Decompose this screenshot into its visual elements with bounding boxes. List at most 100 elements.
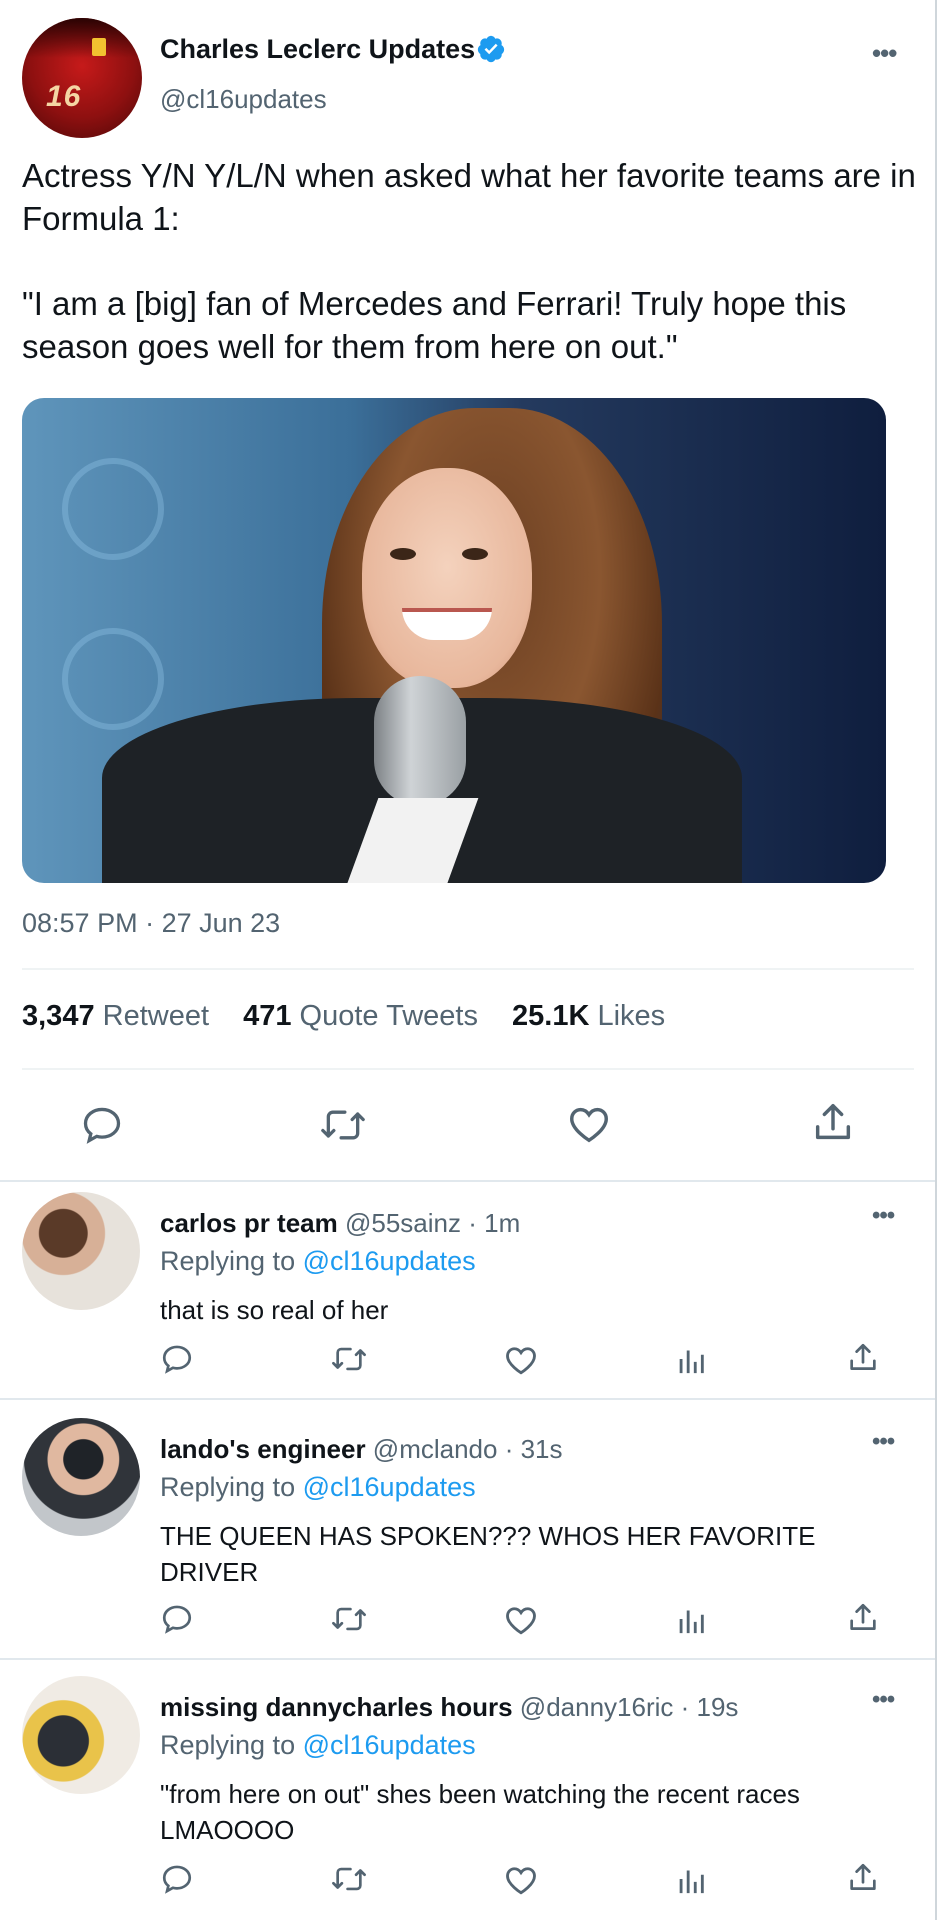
- dot-separator: ·: [461, 1208, 485, 1238]
- tweet-action-bar: [0, 1095, 935, 1155]
- reply-avatar[interactable]: [22, 1192, 140, 1310]
- tweet-media-photo[interactable]: [22, 398, 886, 883]
- reply-button[interactable]: [160, 1602, 194, 1636]
- reply-age: 31s: [520, 1434, 563, 1464]
- dot-separator: ·: [497, 1434, 521, 1464]
- heart-icon: [506, 1867, 536, 1895]
- likes-count: 25.1K: [512, 1000, 590, 1032]
- retweet-button[interactable]: [330, 1342, 368, 1376]
- reply-icon: [162, 1345, 192, 1374]
- tweet-timestamp[interactable]: 08:57 PM · 27 Jun 23: [22, 908, 280, 939]
- replying-to-link[interactable]: @cl16updates: [303, 1730, 476, 1760]
- divider: [22, 1068, 914, 1070]
- replying-to-label: Replying to: [160, 1472, 296, 1502]
- dot-separator: ·: [137, 908, 162, 938]
- photo-subject-face: [362, 468, 532, 688]
- like-button[interactable]: [503, 1602, 539, 1638]
- replying-to-link[interactable]: @cl16updates: [303, 1472, 476, 1502]
- reply-button[interactable]: [80, 1103, 124, 1147]
- author-name[interactable]: Charles Leclerc Updates: [160, 34, 475, 65]
- reply-icon: [162, 1865, 192, 1894]
- heart-icon: [506, 1607, 536, 1635]
- retweet-icon: [321, 1110, 365, 1140]
- reply-avatar[interactable]: [22, 1676, 140, 1794]
- dot-separator: ·: [673, 1692, 697, 1722]
- reply-icon: [162, 1605, 192, 1634]
- avatar-number: 16: [46, 80, 82, 113]
- replying-to: Replying to @cl16updates: [160, 1472, 476, 1503]
- analytics-icon: [679, 1350, 704, 1374]
- reply-tweet[interactable]: carlos pr team @55sainz · 1m ••• Replyin…: [0, 1182, 935, 1398]
- photo-subject-eye: [462, 548, 488, 560]
- reply-author-name[interactable]: lando's engineer: [160, 1434, 366, 1464]
- reply-author-handle[interactable]: @55sainz: [345, 1208, 461, 1238]
- reply-author-handle[interactable]: @mclando: [373, 1434, 498, 1464]
- reply-age: 1m: [484, 1208, 521, 1238]
- replying-to: Replying to @cl16updates: [160, 1730, 476, 1761]
- share-icon: [815, 1104, 851, 1140]
- heart-icon: [570, 1107, 608, 1143]
- tweet-text: Actress Y/N Y/L/N when asked what her fa…: [22, 154, 932, 410]
- more-options-button[interactable]: •••: [872, 1202, 895, 1230]
- reply-author-name[interactable]: missing dannycharles hours: [160, 1692, 513, 1722]
- view-stats-button[interactable]: [676, 1342, 706, 1376]
- quotes-count: 471: [243, 1000, 292, 1032]
- view-stats-button[interactable]: [676, 1602, 706, 1636]
- reply-header: missing dannycharles hours @danny16ric ·…: [160, 1692, 738, 1723]
- background-logo-shape: [62, 458, 164, 560]
- reply-author-name[interactable]: carlos pr team: [160, 1208, 338, 1238]
- reply-avatar[interactable]: [22, 1418, 140, 1536]
- retweet-button[interactable]: [330, 1862, 368, 1896]
- likes-stat[interactable]: 25.1K Likes: [512, 1000, 691, 1032]
- tweet-text-line-1: Actress Y/N Y/L/N when asked what her fa…: [22, 157, 916, 237]
- replying-to-label: Replying to: [160, 1246, 296, 1276]
- heart-icon: [506, 1347, 536, 1375]
- verified-badge-icon: [477, 35, 505, 63]
- avatar-shade: [22, 18, 142, 58]
- more-options-button[interactable]: •••: [872, 1428, 895, 1456]
- reply-button[interactable]: [160, 1342, 194, 1376]
- author-avatar[interactable]: 16: [22, 18, 142, 138]
- reply-header: carlos pr team @55sainz · 1m: [160, 1208, 520, 1239]
- photo-subject-eye: [390, 548, 416, 560]
- divider: [22, 968, 914, 970]
- replying-to: Replying to @cl16updates: [160, 1246, 476, 1277]
- tweet-date: 27 Jun 23: [161, 908, 281, 938]
- author-handle[interactable]: @cl16updates: [160, 84, 327, 115]
- reply-icon: [83, 1107, 121, 1144]
- like-button[interactable]: [503, 1342, 539, 1378]
- background-logo-shape: [62, 628, 164, 730]
- reply-tweet[interactable]: missing dannycharles hours @danny16ric ·…: [0, 1666, 935, 1918]
- replying-to-link[interactable]: @cl16updates: [303, 1246, 476, 1276]
- quotes-stat[interactable]: 471 Quote Tweets: [243, 1000, 504, 1032]
- reply-button[interactable]: [160, 1862, 194, 1896]
- more-options-button[interactable]: •••: [872, 1686, 895, 1714]
- reply-text: "from here on out" shes been watching th…: [160, 1779, 800, 1845]
- microphone-shape: [374, 676, 466, 806]
- share-icon: [850, 1343, 876, 1370]
- retweet-button[interactable]: [318, 1103, 368, 1147]
- retweet-icon: [332, 1867, 366, 1891]
- engagement-stats: 3,347 Retweet 471 Quote Tweets 25.1K Lik…: [22, 1000, 691, 1033]
- view-stats-button[interactable]: [676, 1862, 706, 1896]
- share-button[interactable]: [846, 1600, 880, 1636]
- retweets-stat[interactable]: 3,347 Retweet: [22, 1000, 235, 1032]
- reply-text: that is so real of her: [160, 1295, 389, 1325]
- like-button[interactable]: [503, 1862, 539, 1898]
- more-options-button[interactable]: •••: [872, 38, 897, 69]
- share-button[interactable]: [846, 1860, 880, 1896]
- reply-author-handle[interactable]: @danny16ric: [520, 1692, 674, 1722]
- share-button[interactable]: [846, 1340, 880, 1376]
- ferrari-emblem-icon: [92, 38, 106, 56]
- reply-text: THE QUEEN HAS SPOKEN??? WHOS HER FAVORIT…: [160, 1521, 816, 1587]
- reply-tweet[interactable]: lando's engineer @mclando · 31s ••• Repl…: [0, 1408, 935, 1656]
- retweet-button[interactable]: [330, 1602, 368, 1636]
- separator: [0, 1658, 935, 1660]
- retweets-count: 3,347: [22, 1000, 95, 1032]
- retweet-icon: [332, 1607, 366, 1631]
- reply-age: 19s: [696, 1692, 739, 1722]
- like-button[interactable]: [566, 1101, 612, 1147]
- separator: [0, 1398, 935, 1400]
- share-button[interactable]: [810, 1099, 856, 1147]
- share-icon: [850, 1603, 876, 1630]
